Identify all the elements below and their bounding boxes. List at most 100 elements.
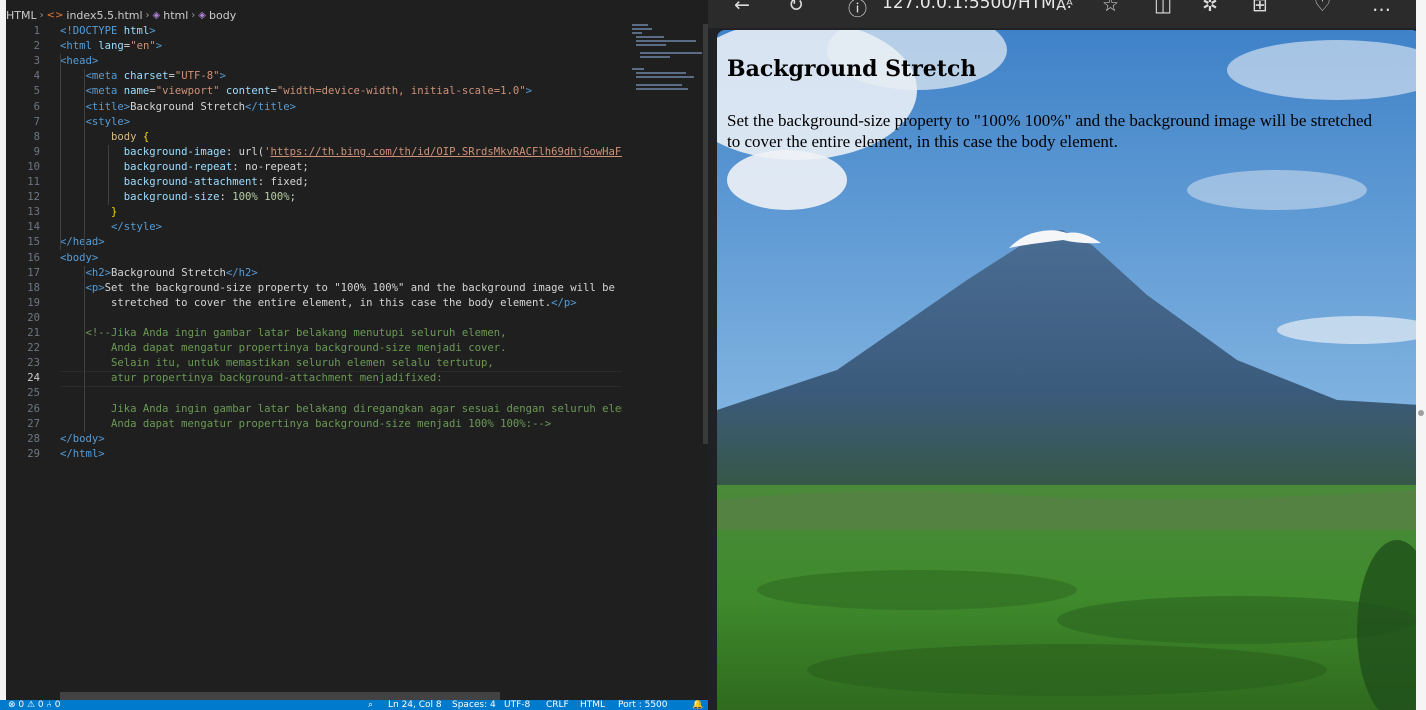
problems-status[interactable]: ⊗ 0 ⚠ 0 ⑃ 0 [8,700,61,710]
line-source: <style> [60,115,131,130]
code-token: </p> [551,296,577,309]
breadcrumb-item-language[interactable]: HTML [6,9,37,22]
code-line[interactable]: 7 <style> [6,115,622,130]
code-line[interactable]: 19 stretched to cover the entire element… [6,296,622,311]
line-number: 21 [27,327,40,339]
code-token: "viewport" [155,85,220,98]
code-line[interactable]: 2 <html lang="en"> [6,39,622,54]
chevron-right-icon: › [145,9,150,21]
back-arrow-icon[interactable]: ← [734,0,750,16]
more-options-icon[interactable]: … [1372,0,1391,16]
page-viewport[interactable]: Background Stretch Set the background-si… [717,30,1420,710]
search-icon[interactable]: ⌕ [368,700,373,710]
code-line[interactable]: 25 [6,386,622,401]
page-paragraph: Set the background-size property to "100… [727,111,1373,151]
split-screen-icon[interactable]: ◫ [1154,0,1172,16]
code-token: charset [123,70,169,83]
code-line[interactable]: 10 background-repeat: no-repeat; [6,160,622,175]
code-line[interactable]: 12 background-size: 100% 100%; [6,190,622,205]
line-number: 24 [27,372,40,385]
indent-guide [60,54,61,251]
line-number: 8 [33,130,40,143]
code-token: } [111,206,118,219]
line-number: 4 [33,70,40,83]
line-number: 23 [27,357,40,370]
favorite-star-icon[interactable]: ☆ [1102,0,1119,16]
line-source: stretched to cover the entire element, i… [60,296,577,311]
breadcrumb-item-html[interactable]: html [163,9,188,22]
eol-status[interactable]: CRLF [546,700,569,710]
code-line[interactable]: 28 </body> [6,432,622,447]
address-bar[interactable]: 127.0.0.1:5500/HTM... [882,0,1072,13]
favorites-list-icon[interactable]: ✲ [1202,0,1218,16]
line-source: <!DOCTYPE html> [60,24,156,39]
code-line[interactable]: 29 </html> [6,447,622,462]
code-token: </html> [60,447,105,460]
code-area[interactable]: 1 <!DOCTYPE html> 2 <html lang="en"> 3 <head>… [6,24,622,694]
code-line[interactable]: 18 <p>Set the background-size property t… [6,281,622,296]
encoding-status[interactable]: UTF-8 [504,700,530,710]
code-line[interactable]: 27 Anda dapat mengatur propertinya backg… [6,417,622,432]
code-line[interactable]: 21 <!--Jika Anda ingin gambar latar bela… [6,326,622,341]
breadcrumb-item-file[interactable]: index5.5.html [66,9,142,22]
bell-icon[interactable]: 🔔 [692,700,703,710]
line-source: background-size: 100% 100%; [60,190,296,205]
code-line[interactable]: 17 <h2>Background Stretch</h2> [6,266,622,281]
code-line[interactable]: 11 background-attachment: fixed; [6,175,622,190]
breadcrumb-item-body[interactable]: body [209,9,236,22]
code-line[interactable]: 4 <meta charset="UTF-8"> [6,69,622,84]
minimap[interactable] [624,20,702,160]
collections-icon[interactable]: ⊞ [1252,0,1268,16]
code-line[interactable]: 16 <body> [6,251,622,266]
line-number: 1 [33,25,40,37]
indent-guide [84,69,85,251]
code-line[interactable]: 14 </style> [6,220,622,235]
line-source: <head> [60,54,98,69]
live-server-port-status[interactable]: Port : 5500 [618,700,668,710]
code-line[interactable]: 8 body { [6,130,622,145]
horizontal-scrollbar[interactable] [60,692,500,700]
code-line[interactable]: 23 Selain itu, untuk memastikan seluruh … [6,356,622,371]
code-line[interactable]: 9 background-image: url('https://th.bing… [6,145,622,160]
info-icon[interactable]: ⓘ [848,0,867,21]
code-line[interactable]: 26 Jika Anda ingin gambar latar belakang… [6,402,622,417]
code-token: <h2> [85,266,112,279]
line-number: 12 [27,191,40,204]
code-token: </h2> [225,266,258,279]
cursor-position-status[interactable]: Ln 24, Col 8 [388,700,442,710]
code-line[interactable]: 5 <meta name="viewport" content="width=d… [6,84,622,99]
code-line[interactable]: 1 <!DOCTYPE html> [6,24,622,39]
code-token: : [219,191,233,204]
code-line[interactable]: 6 <title>Background Stretch</title> [6,100,622,115]
code-line[interactable]: 15 </head> [6,235,622,250]
code-token: background-image [123,145,226,158]
line-source: <!--Jika Anda ingin gambar latar belakan… [60,326,507,341]
indentation-status[interactable]: Spaces: 4 [452,700,496,710]
refresh-icon[interactable]: ↻ [788,0,804,16]
code-line[interactable]: 20 [6,311,622,326]
extensions-icon[interactable]: ♡ [1314,0,1331,16]
code-line[interactable]: 3 <head> [6,54,622,69]
code-token: atur propertinya background-attachment m… [60,372,443,385]
status-bar: ⊗ 0 ⚠ 0 ⑃ 0 ⌕ Ln 24, Col 8 Spaces: 4 UTF… [0,700,708,710]
html-file-icon: <> [46,9,64,21]
code-token: : fixed; [257,176,309,188]
line-source: } [60,205,117,220]
language-mode-status[interactable]: HTML [580,700,605,710]
code-line[interactable]: 13 } [6,205,622,220]
line-number: 16 [27,251,40,264]
code-token: name [123,85,150,98]
line-number: 27 [27,417,40,430]
read-aloud-icon[interactable]: Aᴬ [1056,0,1073,14]
chevron-right-icon: › [191,9,196,21]
code-line[interactable]: 24 atur propertinya background-attachmen… [6,371,622,388]
code-line[interactable]: 22 Anda dapat mengatur propertinya backg… [6,341,622,356]
handle-icon[interactable] [1418,410,1424,416]
